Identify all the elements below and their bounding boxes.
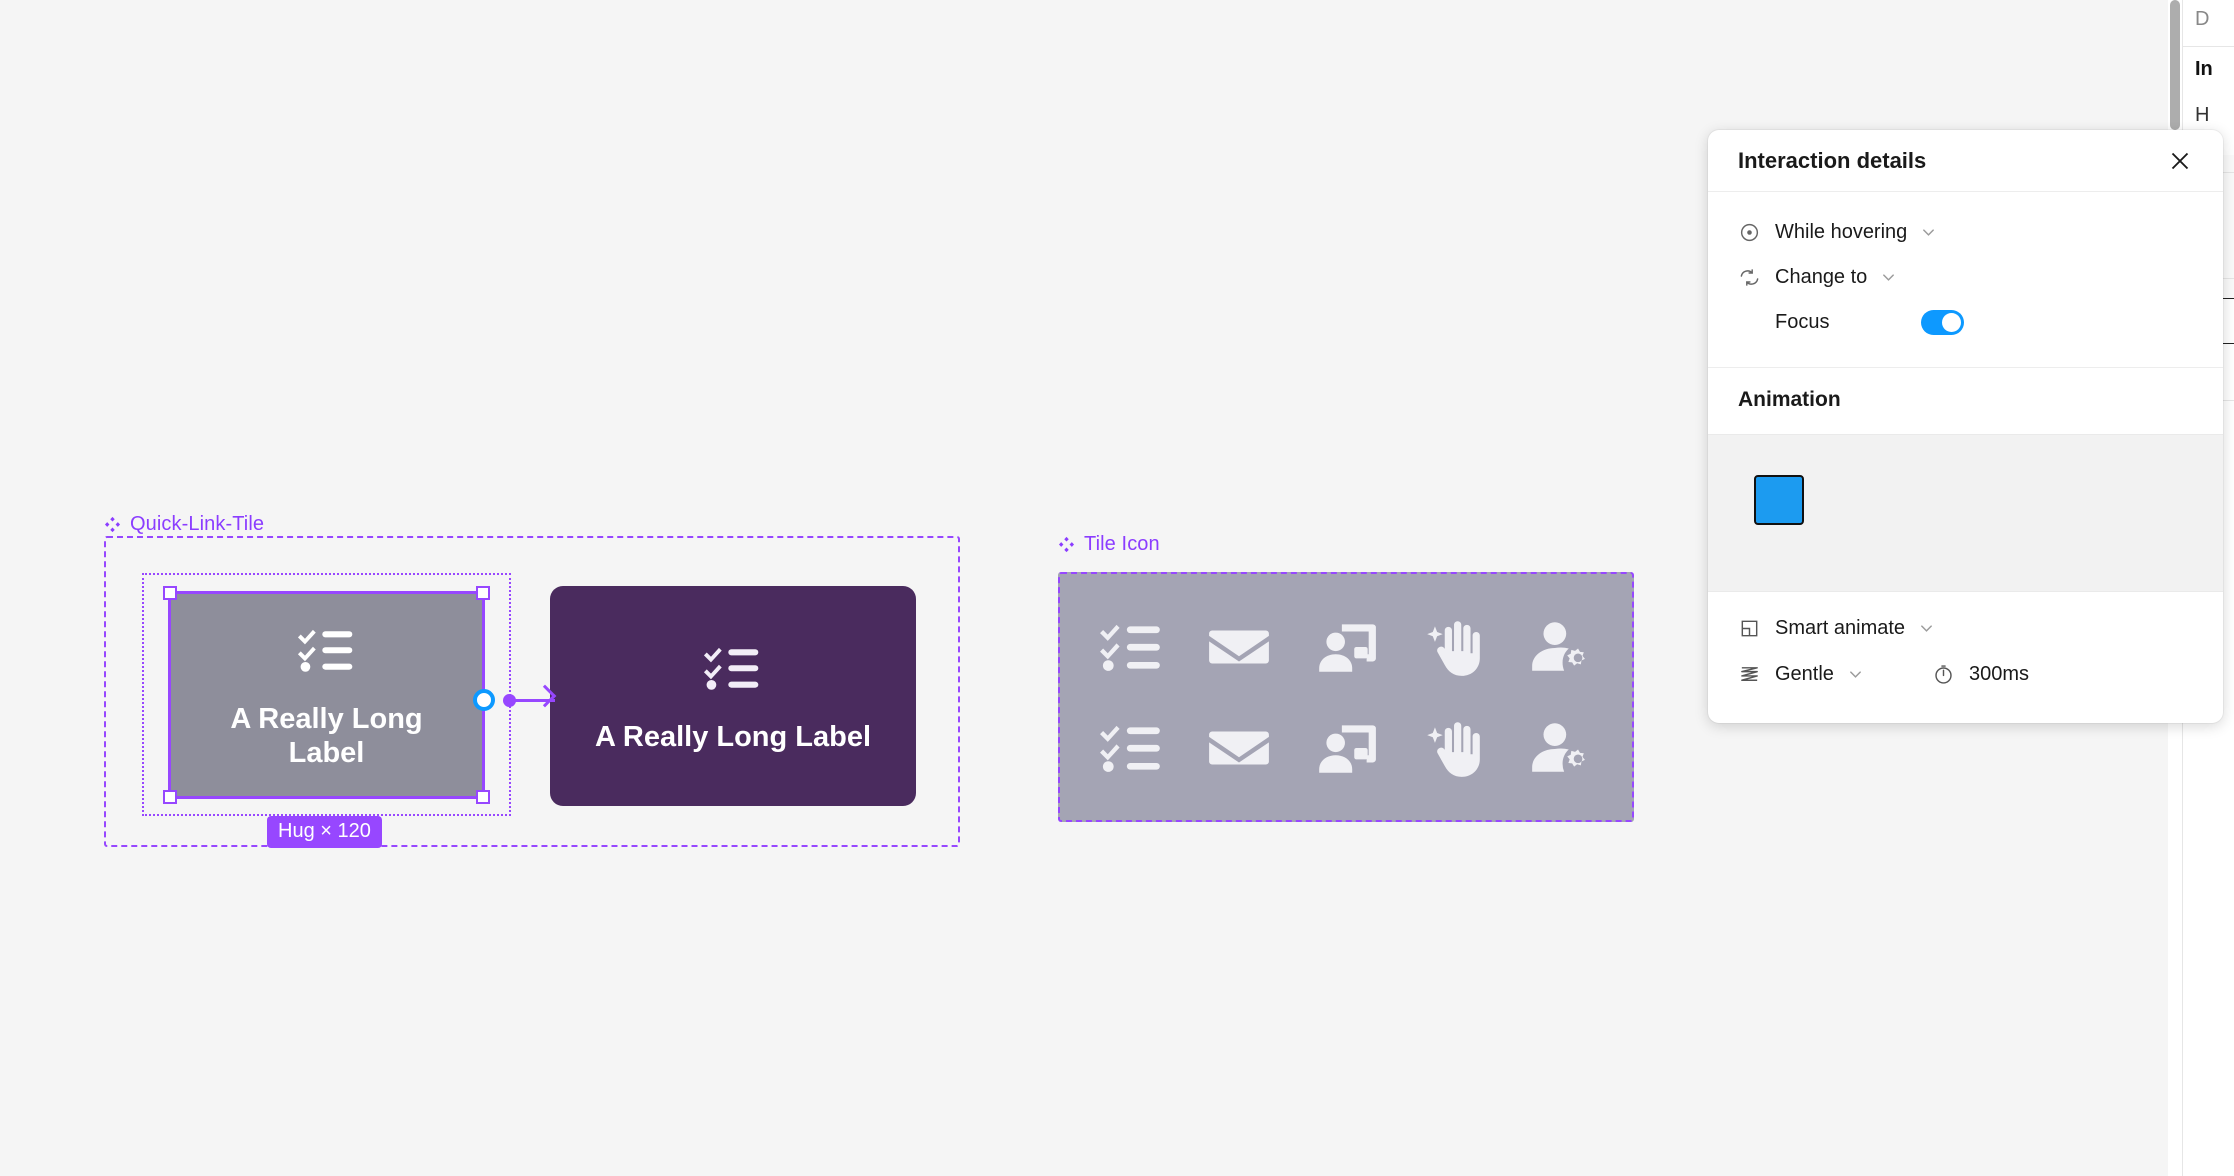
sidebar-row-2: H [2195, 104, 2210, 126]
component-frame-tile-icon[interactable] [1058, 572, 1634, 822]
hover-target-icon [1740, 223, 1759, 242]
sidebar-divider-0 [2183, 46, 2234, 47]
component-label-tile-icon[interactable]: Tile Icon [1058, 533, 1160, 556]
person-gear-icon[interactable] [1527, 715, 1593, 781]
chevron-down-icon[interactable] [1881, 270, 1896, 285]
sidebar-row-1: In [2195, 58, 2213, 80]
destination-row[interactable]: Focus [1738, 300, 2193, 345]
checklist-icon [703, 647, 759, 690]
easing-label: Gentle [1775, 662, 1834, 685]
easing-control[interactable]: Gentle [1738, 663, 1932, 686]
vertical-scrollbar-thumb[interactable] [2170, 0, 2180, 130]
animation-preview[interactable] [1708, 434, 2223, 592]
checklist-icon [297, 629, 352, 672]
selection-handle-tr[interactable] [476, 586, 490, 600]
animation-type-row[interactable]: Smart animate [1738, 606, 2193, 651]
animation-type-label: Smart animate [1775, 617, 1906, 639]
connector-node[interactable] [473, 689, 495, 711]
connector-dot[interactable] [503, 694, 516, 707]
action-label: Change to [1775, 266, 1868, 288]
component-name: Tile Icon [1084, 533, 1160, 555]
selection-handle-bl[interactable] [163, 790, 177, 804]
animation-heading: Animation [1738, 388, 1841, 411]
panel-title: Interaction details [1738, 147, 1927, 173]
chevron-down-icon[interactable] [1921, 225, 1936, 240]
selection-handle-br[interactable] [476, 790, 490, 804]
sidebar-row-0: D [2195, 8, 2210, 30]
checklist-icon[interactable] [1099, 614, 1165, 680]
tile-icon-grid [1060, 574, 1632, 820]
component-diamond-icon [104, 516, 121, 533]
chevron-down-icon[interactable] [1919, 621, 1934, 636]
trigger-label: While hovering [1775, 221, 1908, 243]
duration-label: 300ms [1969, 662, 2030, 685]
panel-header: Interaction details [1708, 130, 2223, 192]
chevron-down-icon[interactable] [1848, 667, 1863, 682]
animation-options: Smart animate Gentle 300ms [1708, 592, 2223, 723]
interaction-config-section: While hovering Change to Focus [1708, 192, 2223, 367]
trigger-row[interactable]: While hovering [1738, 210, 2193, 255]
size-badge: Hug × 120 [267, 816, 382, 848]
person-gear-icon[interactable] [1527, 614, 1593, 680]
destination-label: Focus [1775, 311, 1830, 333]
spring-coil-icon [1741, 666, 1758, 681]
easing-duration-row: Gentle 300ms [1738, 651, 2193, 697]
component-label-quick-link-tile[interactable]: Quick-Link-Tile [104, 513, 264, 536]
close-button[interactable] [2165, 146, 2195, 176]
tile-label: A Really Long Label [230, 702, 423, 769]
component-name: Quick-Link-Tile [130, 513, 265, 535]
checklist-icon[interactable] [1099, 715, 1165, 781]
quick-link-tile-source[interactable]: A Really Long Label [168, 591, 485, 799]
interaction-details-panel[interactable]: Interaction details While hovering Chang… [1708, 130, 2223, 723]
focus-toggle[interactable] [1921, 310, 1965, 335]
smart-animate-icon [1741, 620, 1758, 637]
preview-square [1754, 475, 1804, 525]
swap-refresh-icon [1740, 269, 1759, 286]
selection-handle-tl[interactable] [163, 586, 177, 600]
duration-control[interactable]: 300ms [1932, 663, 2029, 686]
close-icon [2171, 152, 2189, 169]
screen-share-person-icon[interactable] [1313, 715, 1379, 781]
screen-share-person-icon[interactable] [1313, 614, 1379, 680]
envelope-icon[interactable] [1206, 715, 1272, 781]
tile-label: A Really Long Label [594, 720, 872, 753]
stopwatch-icon [1935, 664, 1952, 684]
envelope-icon[interactable] [1206, 614, 1272, 680]
component-diamond-icon [1058, 536, 1075, 553]
quick-link-tile-target[interactable]: A Really Long Label [550, 586, 916, 806]
sparkle-hand-icon[interactable] [1420, 715, 1486, 781]
sparkle-hand-icon[interactable] [1420, 614, 1486, 680]
action-row[interactable]: Change to [1738, 255, 2193, 300]
